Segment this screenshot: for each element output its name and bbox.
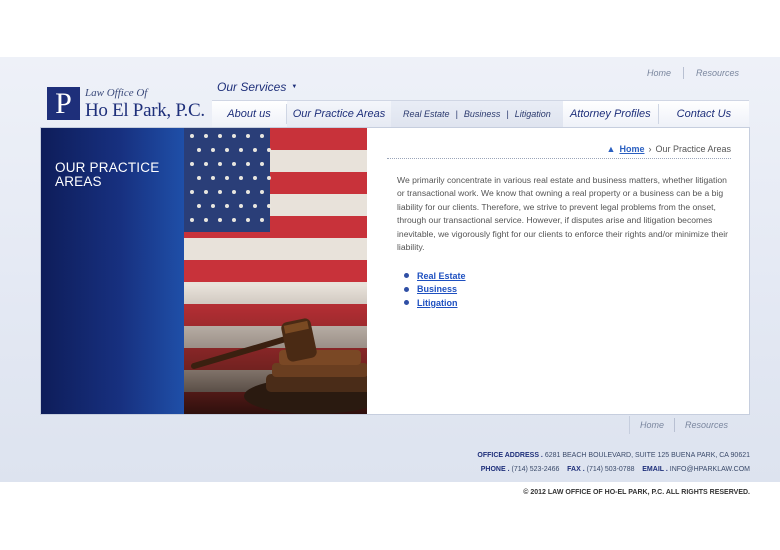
top-link-home[interactable]: Home — [647, 68, 671, 78]
email-label: EMAIL . — [642, 466, 668, 473]
footer-contact: OFFICE ADDRESS . 6281 BEACH BOULEVARD, S… — [477, 449, 750, 477]
intro-paragraph: We primarily concentrate in various real… — [397, 175, 729, 253]
flag-gavel-image — [184, 128, 367, 414]
link-real-estate[interactable]: Real Estate — [417, 271, 466, 281]
main-panel: OUR PRACTICE AREAS ▲ Home › Our Practice… — [40, 127, 750, 415]
hero-title-block: OUR PRACTICE AREAS — [41, 128, 184, 414]
email-value[interactable]: INFO@HPARKLAW.COM — [670, 466, 750, 473]
fax-value: (714) 503-0788 — [586, 466, 635, 473]
bottom-links: Home Resources — [629, 416, 750, 434]
footer-address-line: OFFICE ADDRESS . 6281 BEACH BOULEVARD, S… — [477, 449, 750, 463]
breadcrumb: ▲ Home › Our Practice Areas — [607, 144, 731, 154]
logo-name: Ho El Park, P.C. — [85, 100, 205, 121]
top-link-resources[interactable]: Resources — [696, 68, 739, 78]
nav-about[interactable]: About us — [212, 101, 286, 127]
content-area: ▲ Home › Our Practice Areas We primarily… — [387, 128, 751, 414]
practice-links: Real Estate Business Litigation — [404, 269, 466, 310]
nav-attorney-profiles[interactable]: Attorney Profiles — [563, 101, 658, 127]
bottom-link-resources[interactable]: Resources — [675, 420, 738, 430]
subnav-real-estate[interactable]: Real Estate — [397, 109, 456, 119]
dropdown-arrow-icon: ▼ — [291, 84, 298, 90]
logo-mark: P — [47, 87, 80, 120]
address-value: 6281 BEACH BOULEVARD, SUITE 125 BUENA PA… — [544, 452, 750, 459]
breadcrumb-home[interactable]: Home — [619, 144, 644, 154]
hero-title-line2: AREAS — [55, 174, 102, 189]
bottom-link-home[interactable]: Home — [630, 420, 674, 430]
bullet-icon — [404, 286, 409, 292]
address-label: OFFICE ADDRESS . — [477, 452, 543, 459]
breadcrumb-current: Our Practice Areas — [655, 144, 731, 154]
phone-label: PHONE . — [480, 466, 510, 473]
subnav-litigation[interactable]: Litigation — [509, 109, 557, 119]
link-business[interactable]: Business — [417, 284, 457, 294]
top-links: Home Resources — [647, 67, 739, 79]
fax-label: FAX . — [567, 466, 585, 473]
site-logo[interactable]: P Law Office Of Ho El Park, P.C. — [47, 87, 217, 123]
bullet-icon — [404, 273, 409, 279]
services-menu[interactable]: Our Services ▼ — [217, 80, 297, 94]
top-links-divider — [682, 67, 684, 79]
logo-tagline: Law Office Of — [85, 87, 148, 99]
copyright: © 2012 LAW OFFICE OF HO-EL PARK, P.C. AL… — [523, 489, 750, 496]
main-nav: About us Our Practice Areas Real Estate … — [212, 100, 749, 127]
chevron-right-icon: › — [648, 144, 652, 154]
hero-title: OUR PRACTICE AREAS — [55, 161, 159, 189]
list-item: Business — [404, 283, 466, 297]
services-label: Our Services — [217, 80, 287, 94]
bullet-icon — [404, 300, 409, 306]
link-litigation[interactable]: Litigation — [417, 298, 458, 308]
subnav-business[interactable]: Business — [458, 109, 507, 119]
footer-phone-line: PHONE . (714) 523-2466 FAX . (714) 503-0… — [477, 463, 750, 477]
practice-submenu: Real Estate | Business | Litigation — [391, 101, 563, 127]
gavel-icon — [191, 318, 367, 414]
up-arrow-icon: ▲ — [606, 144, 616, 154]
list-item: Real Estate — [404, 269, 466, 283]
nav-practice-areas[interactable]: Our Practice Areas — [287, 101, 391, 127]
hero-title-line1: OUR PRACTICE — [55, 160, 160, 175]
dotted-divider — [387, 158, 731, 159]
list-item: Litigation — [404, 296, 466, 310]
phone-value: (714) 523-2466 — [511, 466, 560, 473]
nav-contact[interactable]: Contact Us — [659, 101, 749, 127]
